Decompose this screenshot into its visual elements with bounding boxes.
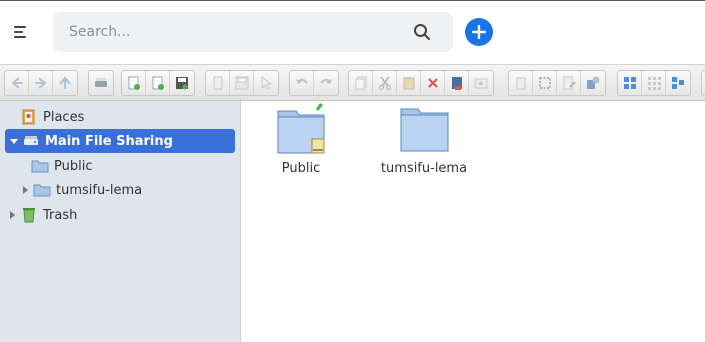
forward-button[interactable] (29, 71, 53, 95)
collapsed-arrow-icon[interactable] (7, 210, 17, 220)
drive-group (88, 70, 114, 96)
folder-item-tumsifu-lema[interactable]: tumsifu-lema (369, 101, 479, 181)
drive-button[interactable] (89, 71, 113, 95)
select-button[interactable] (533, 71, 557, 95)
undo-icon (295, 78, 308, 84)
copy-doc-icon (355, 76, 366, 90)
small-grid-icon (647, 77, 661, 90)
disk-icon (235, 76, 248, 90)
settings-icon (587, 76, 600, 89)
new-file-icon (152, 76, 164, 90)
sidebar-tree: Places Main File Sharing Public tumsifu-… (0, 101, 241, 342)
extract-button[interactable] (469, 71, 493, 95)
edit-icon (563, 76, 576, 90)
file-toolbar (0, 64, 705, 101)
nav-group (4, 70, 78, 96)
expanded-arrow-icon[interactable] (9, 136, 19, 146)
delete-button[interactable] (421, 71, 445, 95)
edit-button[interactable] (557, 71, 581, 95)
copy-icon (213, 76, 222, 90)
cut-icon (378, 76, 391, 90)
cut-button[interactable] (373, 71, 397, 95)
add-button[interactable] (465, 18, 493, 46)
trash-icon (23, 208, 35, 223)
toolbar-overflow[interactable] (701, 70, 705, 96)
settings-button[interactable] (581, 71, 605, 95)
up-button[interactable] (53, 71, 77, 95)
file-grid: Public tumsifu-lema (241, 101, 705, 342)
archive-button[interactable] (445, 71, 469, 95)
plus-icon (472, 25, 486, 39)
tree-label: tumsifu-lema (56, 182, 143, 198)
copy-button[interactable] (206, 71, 230, 95)
tree-item-public[interactable]: Public (31, 154, 92, 178)
copy-doc-button[interactable] (349, 71, 373, 95)
archive-icon (451, 77, 462, 90)
tree-item-main-file-sharing[interactable]: Main File Sharing (5, 129, 235, 153)
disk-button[interactable] (230, 71, 254, 95)
shared-folder-icon (277, 103, 325, 154)
history-group (289, 70, 339, 96)
folder-icon (400, 108, 449, 152)
places-icon (22, 109, 35, 125)
clipboard-group (348, 70, 494, 96)
grid-view-icon (623, 77, 636, 89)
tree-label: Places (43, 109, 85, 125)
view-tools-group (508, 70, 606, 96)
page-button[interactable] (509, 71, 533, 95)
search-icon[interactable] (413, 23, 431, 41)
folder-icon (31, 160, 49, 173)
small-grid-button[interactable] (642, 71, 666, 95)
save-icon (176, 77, 188, 90)
new-folder-button[interactable] (122, 71, 146, 95)
redo-icon (320, 78, 332, 84)
redo-button[interactable] (314, 71, 338, 95)
extract-icon (474, 78, 488, 89)
save-button[interactable] (170, 71, 194, 95)
detail-view-button[interactable] (666, 71, 690, 95)
detail-view-icon (672, 77, 684, 89)
select-icon (539, 77, 550, 89)
undo-button[interactable] (290, 71, 314, 95)
pointer-button[interactable] (254, 71, 278, 95)
paste-icon (403, 77, 414, 90)
search-input[interactable] (53, 12, 453, 52)
pointer-icon (261, 75, 273, 90)
back-button[interactable] (5, 71, 29, 95)
new-file-button[interactable] (146, 71, 170, 95)
tree-label: Trash (43, 207, 78, 223)
search-box[interactable] (53, 12, 453, 52)
folder-icon (33, 184, 51, 197)
layout-group (617, 70, 691, 96)
drive-icon (95, 78, 107, 87)
tree-label: Public (54, 158, 93, 174)
tree-item-tumsifu-lema[interactable]: tumsifu-lema (20, 178, 142, 202)
tree-item-places[interactable]: Places (20, 105, 84, 129)
forward-icon (34, 77, 47, 89)
tree-label: Main File Sharing (45, 133, 173, 149)
delete-icon (427, 78, 438, 88)
folder-item-public[interactable]: Public (246, 101, 356, 181)
tree-item-trash[interactable]: Trash (7, 203, 77, 227)
new-folder-icon (128, 76, 140, 90)
hamburger-menu-icon[interactable] (14, 23, 32, 41)
back-icon (10, 77, 23, 89)
grid-view-button[interactable] (618, 71, 642, 95)
edit-group (205, 70, 279, 96)
folder-label: tumsifu-lema (380, 161, 468, 176)
create-group (121, 70, 195, 96)
top-header (0, 0, 705, 64)
collapsed-arrow-icon[interactable] (20, 185, 30, 195)
page-icon (516, 77, 525, 90)
up-icon (59, 76, 71, 89)
folder-label: Public (281, 161, 321, 176)
network-drive-icon (24, 136, 38, 145)
paste-button[interactable] (397, 71, 421, 95)
